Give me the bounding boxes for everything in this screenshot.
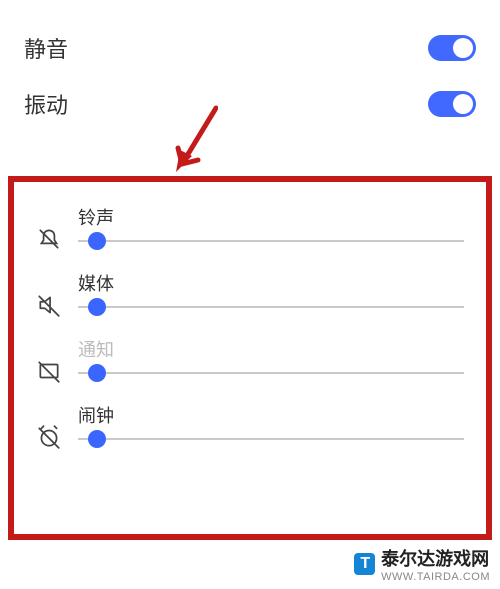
alarm-off-icon — [30, 402, 68, 450]
mute-label: 静音 — [24, 32, 68, 64]
alarm-row: 闹钟 — [24, 392, 476, 458]
ringtone-thumb[interactable] — [88, 232, 106, 250]
alarm-label: 闹钟 — [78, 402, 464, 428]
watermark-text: 泰尔达游戏网 — [381, 545, 490, 571]
alarm-thumb[interactable] — [88, 430, 106, 448]
vibrate-row: 振动 — [24, 76, 476, 132]
notify-slider[interactable] — [78, 372, 464, 374]
mute-row: 静音 — [24, 20, 476, 76]
speaker-off-icon — [30, 270, 68, 318]
vibrate-label: 振动 — [24, 88, 68, 120]
notify-row: 通知 — [24, 326, 476, 392]
watermark: T 泰尔达游戏网 WWW.TAIRDA.COM — [354, 545, 490, 583]
media-thumb[interactable] — [88, 298, 106, 316]
media-slider[interactable] — [78, 306, 464, 308]
bell-off-icon — [30, 204, 68, 252]
watermark-url: WWW.TAIRDA.COM — [381, 571, 490, 583]
notify-label: 通知 — [78, 336, 464, 362]
ringtone-label: 铃声 — [78, 204, 464, 230]
ringtone-row: 铃声 — [24, 194, 476, 260]
top-toggles: 静音 振动 — [0, 0, 500, 144]
notify-thumb[interactable] — [88, 364, 106, 382]
alarm-slider[interactable] — [78, 438, 464, 440]
watermark-badge: T — [354, 553, 375, 575]
notification-off-icon — [30, 336, 68, 384]
media-row: 媒体 — [24, 260, 476, 326]
volume-sliders-highlight: 铃声 媒体 通知 — [8, 176, 492, 540]
ringtone-slider[interactable] — [78, 240, 464, 242]
vibrate-toggle[interactable] — [428, 91, 476, 117]
mute-toggle[interactable] — [428, 35, 476, 61]
media-label: 媒体 — [78, 270, 464, 296]
